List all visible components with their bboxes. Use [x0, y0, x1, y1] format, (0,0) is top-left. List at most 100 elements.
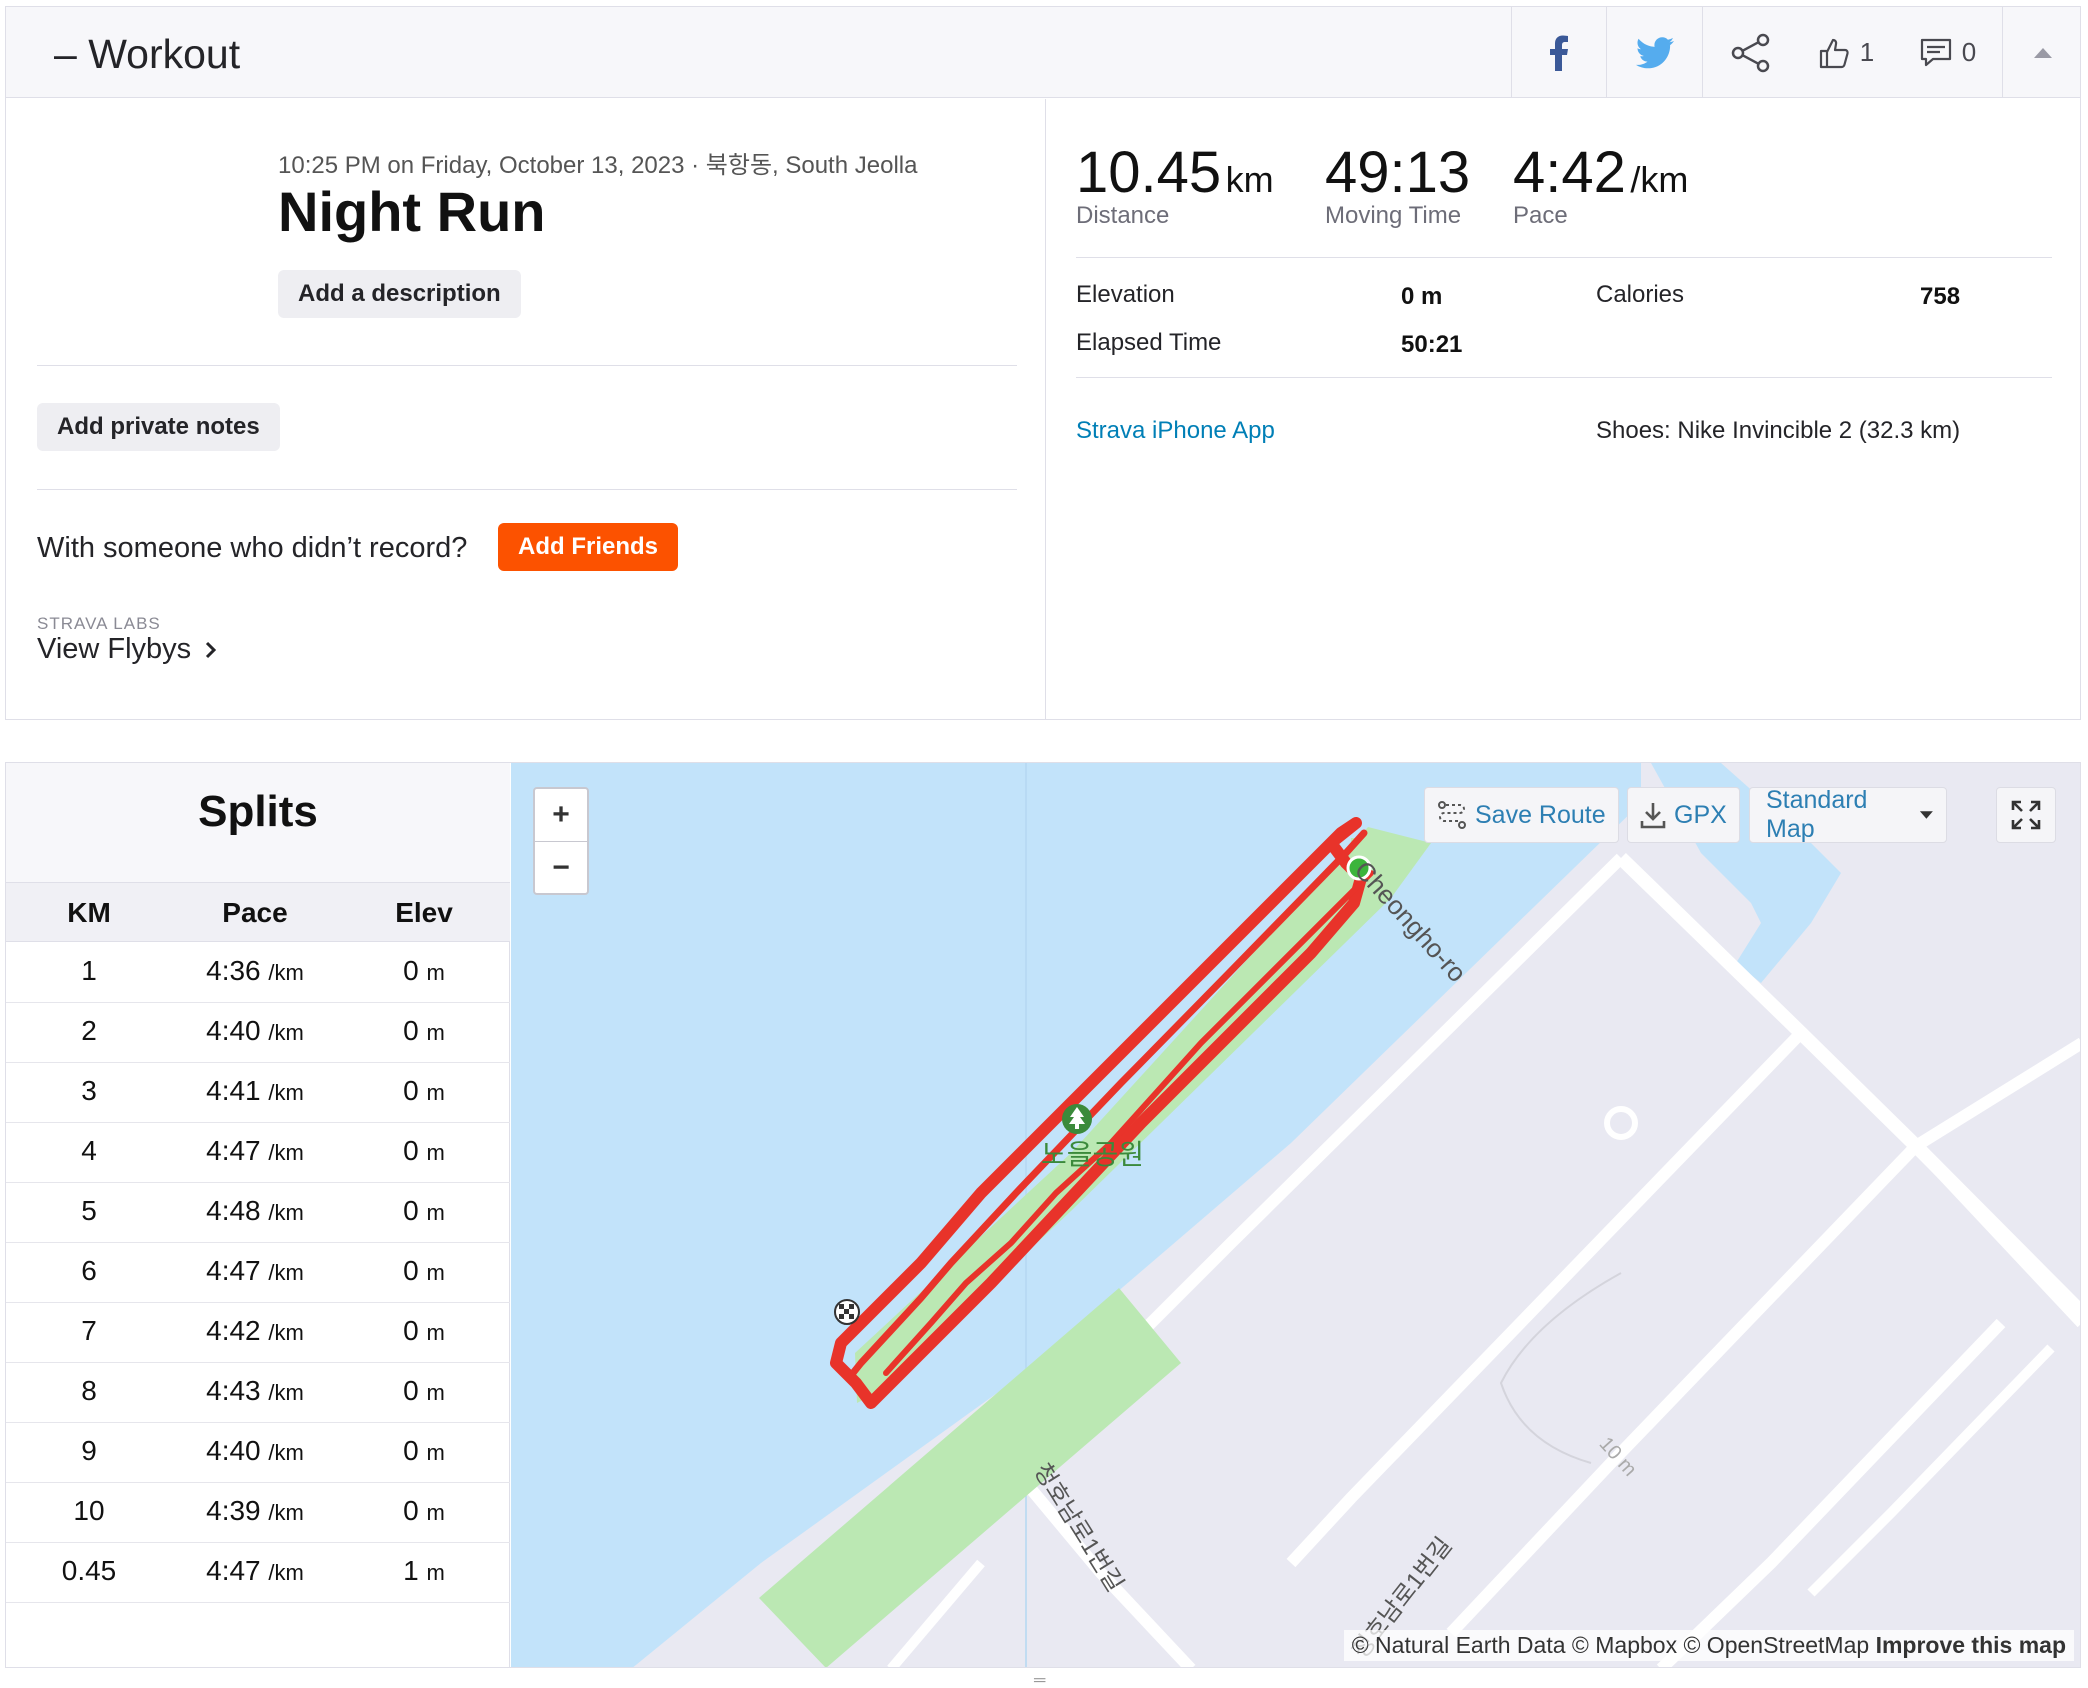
- facebook-icon: [1550, 35, 1568, 71]
- collapse-button[interactable]: [2002, 7, 2082, 98]
- split-elev-unit: m: [426, 1020, 445, 1045]
- improve-map-link[interactable]: Improve this map: [1876, 1632, 2066, 1658]
- stat-moving-time: 49:13 Moving Time: [1325, 139, 1470, 230]
- save-route-button[interactable]: Save Route: [1424, 787, 1619, 843]
- comment-icon: [1920, 38, 1951, 66]
- gpx-download-button[interactable]: GPX: [1627, 787, 1740, 843]
- moving-time-label: Moving Time: [1325, 202, 1462, 229]
- split-row: 0.45 4:47 /km 1 m: [6, 1543, 510, 1603]
- split-pace-value: 4:43: [206, 1375, 261, 1406]
- view-flybys-link[interactable]: View Flybys: [37, 633, 217, 666]
- split-elev: 0 m: [338, 1015, 510, 1047]
- map-canvas[interactable]: [511, 763, 2081, 1668]
- split-elev-value: 0: [403, 1255, 419, 1286]
- route-map[interactable]: 노을공원 Cheongho-ro 청호남로1번길 청호남로1번길 10 m + …: [511, 763, 2081, 1668]
- split-elev-value: 0: [403, 1315, 419, 1346]
- split-pace: 4:43 /km: [172, 1375, 338, 1407]
- share-icon: [1731, 33, 1769, 72]
- activity-details: 10:25 PM on Friday, October 13, 2023 · 북…: [6, 99, 1046, 719]
- split-elev: 0 m: [338, 1195, 510, 1227]
- split-elev: 0 m: [338, 955, 510, 987]
- split-row: 2 4:40 /km 0 m: [6, 1003, 510, 1063]
- view-flybys-label: View Flybys: [37, 633, 192, 665]
- split-pace-unit: /km: [268, 1260, 304, 1285]
- elevation-label: Elevation: [1076, 281, 1175, 308]
- split-pace-value: 4:40: [206, 1435, 261, 1466]
- roundabout: [1604, 1106, 1638, 1140]
- split-pace-unit: /km: [268, 1320, 304, 1345]
- facebook-share-button[interactable]: [1511, 7, 1606, 98]
- split-elev-unit: m: [426, 1560, 445, 1585]
- zoom-in-button[interactable]: +: [535, 789, 587, 841]
- split-elev: 0 m: [338, 1075, 510, 1107]
- activity-name[interactable]: Night Run: [278, 179, 545, 244]
- attribution-text: © Natural Earth Data © Mapbox © OpenStre…: [1351, 1632, 1870, 1658]
- collapse-icon: [2033, 47, 2052, 58]
- distance-label: Distance: [1076, 202, 1170, 229]
- split-elev: 0 m: [338, 1135, 510, 1167]
- split-pace: 4:41 /km: [172, 1075, 338, 1107]
- split-km: 1: [81, 955, 97, 986]
- split-km: 5: [81, 1195, 97, 1226]
- split-pace: 4:47 /km: [172, 1555, 338, 1587]
- splits-header: Splits: [6, 763, 510, 882]
- split-row: 5 4:48 /km 0 m: [6, 1183, 510, 1243]
- title-bar: – Workout 1 0: [6, 7, 2080, 98]
- split-km: 9: [81, 1435, 97, 1466]
- split-pace-unit: /km: [268, 1380, 304, 1405]
- split-elev-unit: m: [426, 1440, 445, 1465]
- add-friends-button[interactable]: Add Friends: [498, 523, 679, 571]
- col-km: KM: [67, 897, 111, 928]
- split-row: 3 4:41 /km 0 m: [6, 1063, 510, 1123]
- split-km: 2: [81, 1015, 97, 1046]
- download-icon: [1640, 803, 1666, 829]
- split-elev: 1 m: [338, 1555, 510, 1587]
- split-pace-value: 4:48: [206, 1195, 261, 1226]
- split-km: 0.45: [61, 1555, 117, 1586]
- park-icon: [1062, 1104, 1092, 1134]
- kudos-count: 1: [1859, 37, 1875, 67]
- friends-question: With someone who didn’t record?: [37, 532, 468, 564]
- split-pace: 4:47 /km: [172, 1135, 338, 1167]
- add-description-button[interactable]: Add a description: [278, 270, 521, 318]
- split-pace-value: 4:39: [206, 1495, 261, 1526]
- split-elev-value: 1: [403, 1555, 419, 1586]
- split-elev-unit: m: [426, 960, 445, 985]
- split-km: 6: [81, 1255, 97, 1286]
- chevron-down-icon: [1920, 811, 1934, 819]
- comments-button[interactable]: 0: [1894, 7, 2002, 98]
- split-elev-value: 0: [403, 955, 419, 986]
- split-row: 6 4:47 /km 0 m: [6, 1243, 510, 1303]
- split-km: 8: [81, 1375, 97, 1406]
- map-style-dropdown[interactable]: Standard Map: [1749, 786, 1947, 843]
- split-pace: 4:48 /km: [172, 1195, 338, 1227]
- split-elev: 0 m: [338, 1375, 510, 1407]
- share-button[interactable]: [1702, 7, 1798, 98]
- elapsed-time-value: 50:21: [1401, 331, 1463, 358]
- split-elev-value: 0: [403, 1135, 419, 1166]
- elapsed-time-label: Elapsed Time: [1076, 329, 1222, 356]
- split-pace-unit: /km: [268, 1440, 304, 1465]
- zoom-out-button[interactable]: −: [535, 841, 587, 893]
- split-elev-unit: m: [426, 1140, 445, 1165]
- split-row: 10 4:39 /km 0 m: [6, 1483, 510, 1543]
- fullscreen-button[interactable]: [1996, 787, 2056, 843]
- split-pace-unit: /km: [268, 1200, 304, 1225]
- map-attribution: © Natural Earth Data © Mapbox © OpenStre…: [1343, 1630, 2074, 1661]
- split-row: 7 4:42 /km 0 m: [6, 1303, 510, 1363]
- split-pace: 4:42 /km: [172, 1315, 338, 1347]
- kudos-button[interactable]: 1: [1798, 7, 1894, 98]
- add-private-notes-button[interactable]: Add private notes: [37, 403, 280, 451]
- split-elev-value: 0: [403, 1075, 419, 1106]
- pace-unit: /km: [1630, 159, 1689, 200]
- pace-label: Pace: [1513, 202, 1568, 229]
- section-title[interactable]: – Workout: [54, 31, 240, 78]
- device-link[interactable]: Strava iPhone App: [1076, 417, 1275, 445]
- split-elev-unit: m: [426, 1500, 445, 1525]
- split-pace-unit: /km: [268, 1500, 304, 1525]
- twitter-share-button[interactable]: [1606, 7, 1702, 98]
- col-pace: Pace: [222, 897, 288, 928]
- split-row: 8 4:43 /km 0 m: [6, 1363, 510, 1423]
- resize-handle[interactable]: ═: [1034, 1672, 1045, 1688]
- chevron-right-icon: [206, 641, 217, 658]
